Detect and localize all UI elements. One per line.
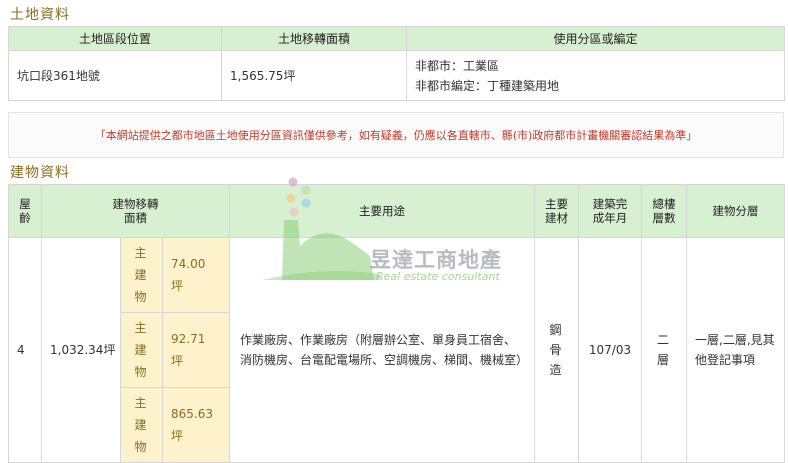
- land-header-area: 土地移轉面積: [221, 26, 407, 51]
- building-total-floors-text: 二層: [657, 333, 670, 367]
- zoning-line: 非都市：工業區: [415, 58, 500, 73]
- building-material: 鋼骨造: [534, 237, 579, 463]
- land-table: 土地區段位置 土地移轉面積 使用分區或編定 坑口段361地號 1,565.75坪…: [8, 26, 785, 101]
- sub-item-value: 74.00坪: [162, 237, 230, 313]
- building-header-row: 屋齡 建物移轉面積 主要用途 主要建材 建築完成年月 總樓層數 建物分層: [8, 184, 785, 238]
- building-material-text: 鋼骨造: [549, 323, 562, 377]
- land-data-row: 坑口段361地號 1,565.75坪 非都市：工業區 非都市編定：丁種建築用地: [8, 50, 785, 101]
- building-area: 1,032.34坪: [41, 237, 121, 463]
- land-section-title: 土地資料: [10, 7, 70, 23]
- land-zoning: 非都市：工業區 非都市編定：丁種建築用地: [406, 50, 785, 101]
- header-material-label: 主要建材: [545, 197, 568, 225]
- sub-item-label-text: 主建物: [134, 246, 147, 304]
- header-usage: 主要用途: [229, 184, 535, 238]
- building-completed: 107/03: [578, 237, 642, 463]
- header-completed-label: 建築完成年月: [592, 197, 628, 225]
- header-area: 建物移轉面積: [41, 184, 230, 238]
- header-age: 屋齡: [8, 184, 42, 238]
- sub-item-value-text: 865.63坪: [171, 407, 213, 443]
- sub-item-label: 主建物: [120, 237, 163, 313]
- zoning-notice: 「本網站提供之都市地區土地使用分區資訊僅供參考，如有疑義，仍應以各直轄市、縣(市…: [8, 112, 784, 158]
- header-material: 主要建材: [534, 184, 579, 238]
- header-completed: 建築完成年月: [578, 184, 642, 238]
- sub-item-value: 92.71坪: [162, 312, 230, 388]
- header-age-label: 屋齡: [19, 197, 31, 225]
- sub-item-label: 主建物: [120, 387, 163, 463]
- sub-item-value: 865.63坪: [162, 387, 230, 463]
- building-usage: 作業廠房、作業廠房（附層辦公室、單身員工宿舍、消防機房、台電配電場所、空調機房、…: [229, 237, 535, 463]
- building-data-row: 4 1,032.34坪 主建物 74.00坪 作業廠房、作業廠房（附層辦公室、單…: [8, 237, 785, 463]
- building-total-floors: 二層: [641, 237, 687, 463]
- land-header-location: 土地區段位置: [8, 26, 222, 51]
- land-header-zoning: 使用分區或編定: [406, 26, 785, 51]
- building-floors: 一層,二層,見其他登記事項: [686, 237, 785, 463]
- header-area-label: 建物移轉面積: [112, 197, 159, 225]
- sub-item-value-text: 74.00坪: [171, 257, 206, 293]
- land-header-row: 土地區段位置 土地移轉面積 使用分區或編定: [8, 26, 785, 51]
- land-area: 1,565.75坪: [221, 50, 407, 101]
- building-table: 屋齡 建物移轉面積 主要用途 主要建材 建築完成年月 總樓層數 建物分層 4 1…: [8, 184, 785, 463]
- sub-item-label-text: 主建物: [134, 321, 147, 379]
- zoning-line: 非都市編定：丁種建築用地: [415, 78, 560, 93]
- building-section-title: 建物資料: [10, 165, 70, 181]
- header-total-floors: 總樓層數: [641, 184, 687, 238]
- sub-item-value-text: 92.71坪: [171, 332, 206, 368]
- header-floors: 建物分層: [686, 184, 785, 238]
- header-total-floors-label: 總樓層數: [652, 197, 676, 225]
- building-age: 4: [8, 237, 42, 463]
- sub-item-label: 主建物: [120, 312, 163, 388]
- sub-item-label-text: 主建物: [134, 396, 147, 454]
- land-location: 坑口段361地號: [8, 50, 222, 101]
